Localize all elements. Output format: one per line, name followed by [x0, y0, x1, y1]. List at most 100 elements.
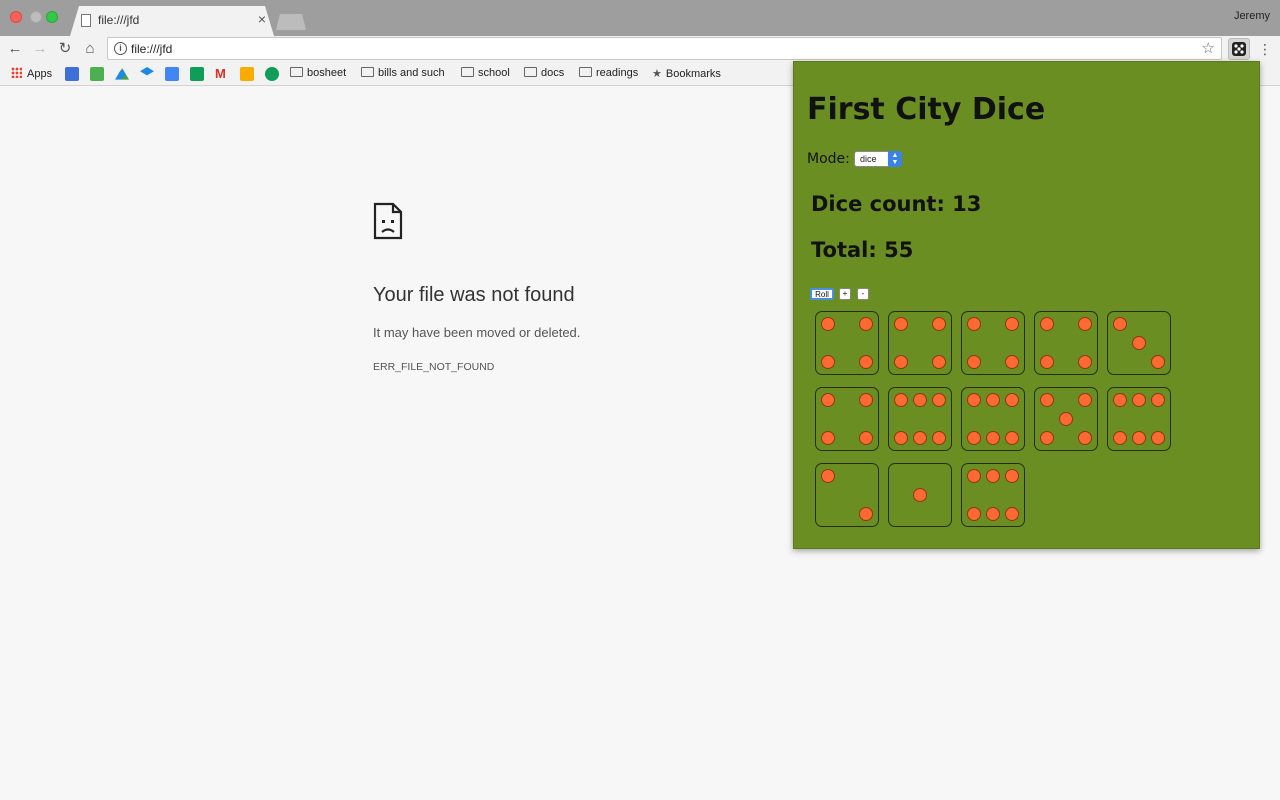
- folder-label: school: [478, 67, 510, 79]
- die: [1034, 311, 1098, 375]
- die: [815, 387, 879, 451]
- bookmarks-label: Bookmarks: [665, 68, 721, 80]
- info-icon[interactable]: i: [114, 42, 127, 55]
- close-window-button[interactable]: [10, 11, 22, 23]
- die-pip: [1005, 355, 1019, 369]
- die-pip: [894, 431, 908, 445]
- die-pip: [894, 317, 908, 331]
- mode-select[interactable]: dice ▲ ▼: [854, 151, 902, 167]
- keep-icon[interactable]: [240, 67, 254, 81]
- die-pip: [1151, 431, 1165, 445]
- sheets-icon[interactable]: [190, 67, 204, 81]
- die-pip: [986, 431, 1000, 445]
- bookmark-apps[interactable]: Apps: [11, 67, 52, 81]
- profile-name[interactable]: Jeremy: [1234, 10, 1270, 22]
- drive-icon[interactable]: [115, 67, 129, 80]
- die-pip: [932, 431, 946, 445]
- remove-die-button[interactable]: -: [857, 288, 869, 300]
- die-pip: [1005, 507, 1019, 521]
- bookmark-bookmarks[interactable]: ★ Bookmarks: [652, 67, 721, 81]
- bookmark-folder-bills[interactable]: bills and such: [361, 67, 445, 81]
- forward-arrow-icon[interactable]: →: [31, 39, 49, 59]
- dice-popup: First City Dice Mode: dice ▲ ▼ Dice count…: [793, 61, 1260, 549]
- docs-icon[interactable]: [165, 67, 179, 81]
- die-pip: [1040, 431, 1054, 445]
- bookmark-folder-docs[interactable]: docs: [524, 67, 564, 81]
- calendar-icon[interactable]: [65, 67, 79, 81]
- die-pip: [859, 317, 873, 331]
- die-pip: [1040, 355, 1054, 369]
- die-pip: [1132, 431, 1146, 445]
- bookmark-apps-label: Apps: [27, 68, 53, 80]
- new-tab-button[interactable]: [276, 14, 306, 30]
- bookmark-star-icon[interactable]: ☆: [1202, 39, 1215, 57]
- die-pip: [913, 488, 927, 502]
- folder-icon: [579, 67, 592, 77]
- die-pip: [1078, 393, 1092, 407]
- die: [961, 387, 1025, 451]
- bookmark-folder-readings[interactable]: readings: [579, 67, 638, 81]
- die-pip: [1151, 355, 1165, 369]
- die: [961, 311, 1025, 375]
- die-pip: [913, 393, 927, 407]
- die-pip: [913, 431, 927, 445]
- die-pip: [932, 355, 946, 369]
- home-icon[interactable]: ⌂: [81, 39, 99, 59]
- folder-label: readings: [596, 67, 639, 79]
- bookmark-folder-school[interactable]: school: [461, 67, 510, 81]
- maximize-window-button[interactable]: [46, 11, 58, 23]
- url-text[interactable]: file:///jfd: [131, 42, 172, 56]
- die-pip: [986, 507, 1000, 521]
- menu-kebab-icon[interactable]: ⋮: [1258, 39, 1272, 59]
- add-die-button[interactable]: +: [839, 288, 851, 300]
- die-pip: [932, 393, 946, 407]
- select-arrows-icon: ▲ ▼: [888, 151, 902, 167]
- gmail-icon[interactable]: M: [215, 66, 229, 81]
- die-pip: [967, 507, 981, 521]
- die-pip: [967, 469, 981, 483]
- active-tab[interactable]: file:///jfd ×: [70, 6, 274, 36]
- folder-label: docs: [541, 67, 565, 79]
- tab-close-icon[interactable]: ×: [258, 12, 266, 26]
- dice-extension-icon[interactable]: [1228, 38, 1250, 60]
- die-pip: [821, 355, 835, 369]
- die-pip: [1132, 393, 1146, 407]
- die-pip: [1005, 393, 1019, 407]
- mode-select-value: dice: [860, 154, 877, 164]
- error-description: It may have been moved or deleted.: [373, 325, 581, 340]
- die-pip: [986, 469, 1000, 483]
- popup-title: First City Dice: [807, 92, 1046, 127]
- bookmark-folder-bosheet[interactable]: bosheet: [290, 67, 346, 81]
- die-pip: [859, 431, 873, 445]
- die-pip: [932, 317, 946, 331]
- die-pip: [1005, 317, 1019, 331]
- folder-label: bosheet: [307, 67, 347, 79]
- die-pip: [859, 507, 873, 521]
- error-code: ERR_FILE_NOT_FOUND: [373, 361, 495, 373]
- die-pip: [859, 393, 873, 407]
- dice-count: Dice count: 13: [811, 192, 982, 216]
- die-pip: [1151, 393, 1165, 407]
- die-pip: [986, 393, 1000, 407]
- die: [888, 463, 952, 527]
- dropbox-icon[interactable]: [140, 67, 154, 76]
- die: [815, 311, 879, 375]
- star-icon: ★: [652, 68, 662, 80]
- die-pip: [1078, 355, 1092, 369]
- die: [1107, 311, 1171, 375]
- mode-label: Mode:: [807, 151, 850, 167]
- die-pip: [821, 393, 835, 407]
- die-pip: [967, 355, 981, 369]
- die-pip: [894, 393, 908, 407]
- maps-icon[interactable]: [90, 67, 104, 81]
- die-pip: [1113, 317, 1127, 331]
- sad-file-icon: [373, 202, 403, 240]
- die-pip: [1059, 412, 1073, 426]
- minimize-window-button[interactable]: [30, 11, 42, 23]
- address-bar[interactable]: i file:///jfd ☆: [107, 37, 1222, 60]
- reload-icon[interactable]: ↻: [56, 39, 74, 59]
- hangouts-icon[interactable]: [265, 67, 279, 81]
- error-title: Your file was not found: [373, 284, 575, 306]
- back-arrow-icon[interactable]: ←: [6, 39, 24, 59]
- roll-button[interactable]: Roll: [810, 288, 834, 300]
